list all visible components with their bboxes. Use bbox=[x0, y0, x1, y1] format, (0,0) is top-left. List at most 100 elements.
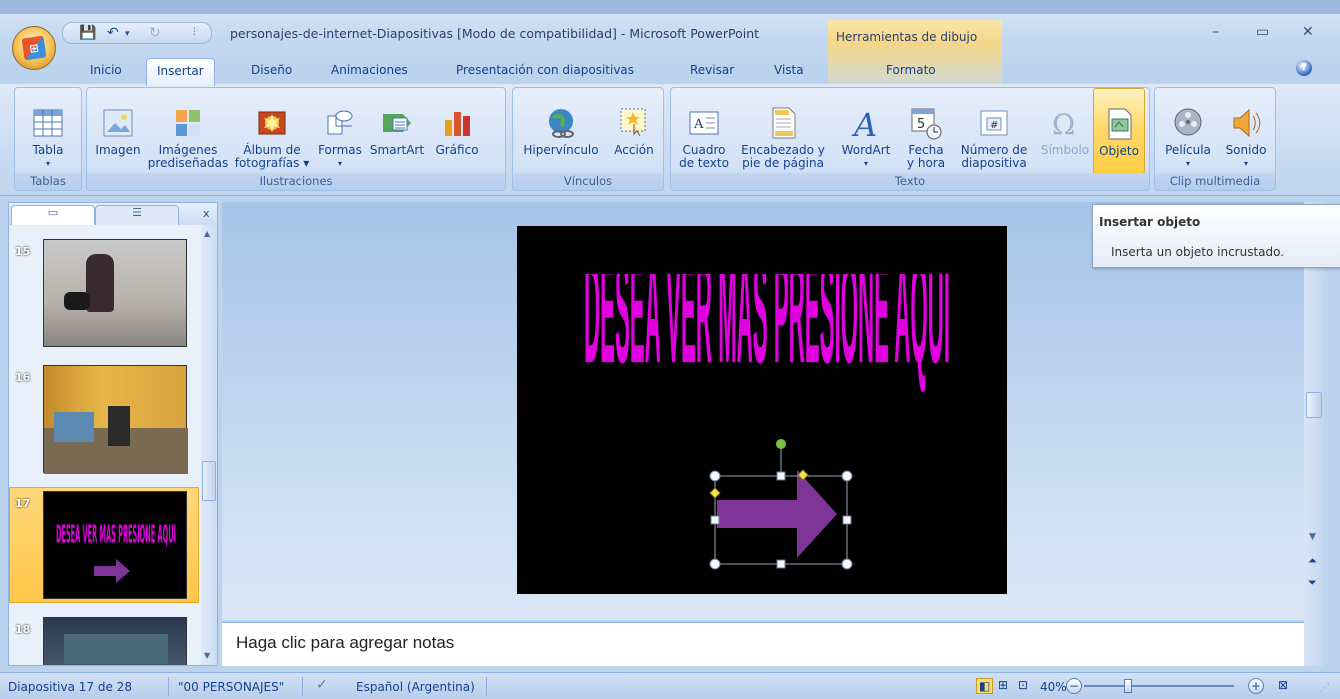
tab-outline[interactable]: ☰ bbox=[95, 205, 179, 225]
next-slide-icon[interactable]: ⏷ bbox=[1308, 576, 1317, 590]
undo-icon[interactable]: ↶ bbox=[107, 25, 119, 41]
thumb-18-photo bbox=[64, 634, 168, 664]
right-arrow-shape[interactable] bbox=[717, 470, 837, 558]
tab-presentacion[interactable]: Presentación con diapositivas bbox=[456, 63, 634, 77]
pane-close-icon[interactable]: x bbox=[203, 207, 210, 220]
tab-slides[interactable]: ▭ bbox=[11, 205, 95, 225]
grafico-label: Gráfico bbox=[435, 143, 479, 157]
scroll-down-icon[interactable]: ▼ bbox=[1309, 532, 1316, 542]
tab-diseno[interactable]: Diseño bbox=[251, 63, 292, 77]
fecha-button[interactable]: 5 Fecha y hora bbox=[901, 88, 951, 174]
resize-handle[interactable] bbox=[710, 515, 720, 525]
action-icon bbox=[620, 108, 646, 137]
undo-dropdown-icon[interactable]: ▾ bbox=[125, 29, 130, 39]
sonido-button[interactable]: Sonido ▾ bbox=[1219, 88, 1273, 174]
grafico-button[interactable]: Gráfico bbox=[429, 88, 485, 174]
resize-handle[interactable] bbox=[709, 558, 721, 570]
tab-vista[interactable]: Vista bbox=[774, 63, 804, 77]
normal-view-icon[interactable]: ◧ bbox=[976, 678, 994, 694]
cuadro-de-texto-button[interactable]: A Cuadro de texto bbox=[675, 88, 733, 174]
help-icon[interactable]: ? bbox=[1296, 60, 1312, 76]
fit-to-window-icon[interactable]: ⊠ bbox=[1278, 678, 1288, 692]
zoom-level[interactable]: 40% bbox=[1040, 680, 1067, 694]
tab-insertar[interactable]: Insertar bbox=[146, 58, 215, 86]
sonido-label: Sonido ▾ bbox=[1225, 143, 1267, 169]
imagen-button[interactable]: Imagen bbox=[89, 88, 147, 174]
group-label-tablas: Tablas bbox=[15, 173, 81, 190]
resize-handle[interactable] bbox=[841, 558, 853, 570]
slides-pane: ▭ ☰ x 15 16 17 DESEA VER MAS PRESIONE AQ… bbox=[8, 202, 218, 666]
maximize-icon[interactable]: ▭ bbox=[1256, 24, 1269, 40]
tab-inicio[interactable]: Inicio bbox=[90, 63, 122, 77]
zoom-in-icon[interactable]: + bbox=[1248, 678, 1264, 694]
objeto-label: Objeto bbox=[1099, 144, 1139, 158]
object-icon bbox=[1108, 108, 1132, 140]
resize-handle[interactable] bbox=[841, 470, 853, 482]
notes-pane[interactable]: Haga clic para agregar notas bbox=[222, 622, 1304, 666]
thumb-number: 15 bbox=[15, 245, 31, 258]
picture-icon bbox=[103, 109, 133, 137]
slide-number-icon: # bbox=[980, 110, 1008, 136]
tooltip-description: Inserta un objeto incrustado. bbox=[1111, 245, 1285, 259]
minimize-icon[interactable]: – bbox=[1212, 24, 1219, 40]
svg-text:DESEA VER MAS PRESIONE AQUI: DESEA VER MAS PRESIONE AQUI bbox=[56, 519, 176, 549]
tab-revisar[interactable]: Revisar bbox=[690, 63, 734, 77]
zoom-slider-thumb[interactable] bbox=[1124, 679, 1132, 693]
resize-handle[interactable] bbox=[776, 471, 786, 481]
close-icon[interactable]: ✕ bbox=[1302, 24, 1314, 40]
save-icon[interactable]: 💾 bbox=[79, 25, 96, 41]
numero-label: Número de diapositiva bbox=[960, 143, 1028, 170]
arrow-shape-selection[interactable] bbox=[707, 436, 857, 586]
customize-qat-icon[interactable]: ⫶ bbox=[193, 27, 196, 38]
slide-thumbnail-15[interactable] bbox=[43, 239, 187, 347]
svg-text:5: 5 bbox=[917, 117, 925, 132]
smartart-button[interactable]: SmartArt bbox=[365, 88, 429, 174]
svg-text:A: A bbox=[851, 106, 877, 140]
pelicula-button[interactable]: Película ▾ bbox=[1157, 88, 1219, 174]
adjust-handle[interactable] bbox=[709, 487, 721, 499]
hipervinculo-button[interactable]: Hipervínculo bbox=[515, 88, 607, 174]
tab-formato[interactable]: Formato bbox=[886, 63, 936, 77]
tab-animaciones[interactable]: Animaciones bbox=[331, 63, 408, 77]
scrollbar-thumb[interactable] bbox=[1306, 392, 1322, 418]
slideshow-icon[interactable]: ⊡ bbox=[1018, 678, 1028, 692]
scroll-up-icon[interactable]: ▲ bbox=[204, 229, 210, 238]
simbolo-button[interactable]: Ω Símbolo bbox=[1037, 88, 1093, 174]
wordart-button[interactable]: A WordArt ▾ bbox=[831, 88, 901, 174]
formas-button[interactable]: Formas ▾ bbox=[315, 88, 365, 174]
resize-handle[interactable] bbox=[842, 515, 852, 525]
imagenes-prediseñadas-button[interactable]: Imágenes prediseñadas bbox=[147, 88, 229, 174]
redo-icon[interactable]: ↻ bbox=[149, 25, 161, 41]
slide-thumbnail-18[interactable] bbox=[43, 617, 187, 665]
resize-handle[interactable] bbox=[776, 559, 786, 569]
accion-button[interactable]: Acción bbox=[607, 88, 661, 174]
encabezado-button[interactable]: Encabezado y pie de página bbox=[735, 88, 831, 174]
group-vinculos: Hipervínculo Acción Vínculos bbox=[512, 87, 664, 191]
editor-scrollbar[interactable]: ▲ ▼ ⏶ ⏷ bbox=[1304, 202, 1324, 666]
slide-thumbnail-17[interactable]: DESEA VER MAS PRESIONE AQUI bbox=[43, 491, 187, 599]
status-divider bbox=[302, 677, 303, 696]
accion-label: Acción bbox=[614, 143, 654, 157]
resize-handle[interactable] bbox=[709, 470, 721, 482]
slide-thumbnail-16[interactable] bbox=[43, 365, 188, 474]
zoom-slider[interactable] bbox=[1084, 685, 1234, 687]
zoom-out-icon[interactable]: − bbox=[1066, 678, 1082, 694]
slide-canvas[interactable]: DESEA VER MAS PRESIONE AQUI bbox=[517, 226, 1007, 594]
spell-check-icon[interactable]: ✓ bbox=[316, 677, 328, 693]
simbolo-label: Símbolo bbox=[1040, 143, 1090, 157]
previous-slide-icon[interactable]: ⏶ bbox=[1308, 554, 1317, 568]
scroll-down-icon[interactable]: ▼ bbox=[204, 651, 210, 660]
rotation-handle[interactable] bbox=[776, 439, 786, 449]
ribbon-tabs: Inicio Insertar Diseño Animaciones Prese… bbox=[0, 58, 1340, 86]
album-button[interactable]: Álbum de fotografías ▾ bbox=[229, 88, 315, 174]
objeto-button[interactable]: Objeto bbox=[1093, 88, 1145, 174]
status-divider bbox=[168, 677, 169, 696]
numero-diapositiva-button[interactable]: # Número de diapositiva bbox=[953, 88, 1035, 174]
scrollbar-thumb[interactable] bbox=[202, 461, 216, 501]
slide-sorter-icon[interactable]: ⊞ bbox=[998, 678, 1008, 692]
tabla-button[interactable]: Tabla ▾ bbox=[17, 88, 79, 174]
slides-scrollbar[interactable]: ▲ ▼ bbox=[201, 225, 217, 665]
wordart-text[interactable]: DESEA VER MAS PRESIONE AQUI bbox=[577, 274, 957, 454]
notes-placeholder[interactable]: Haga clic para agregar notas bbox=[236, 633, 454, 653]
language[interactable]: Español (Argentina) bbox=[356, 680, 475, 694]
